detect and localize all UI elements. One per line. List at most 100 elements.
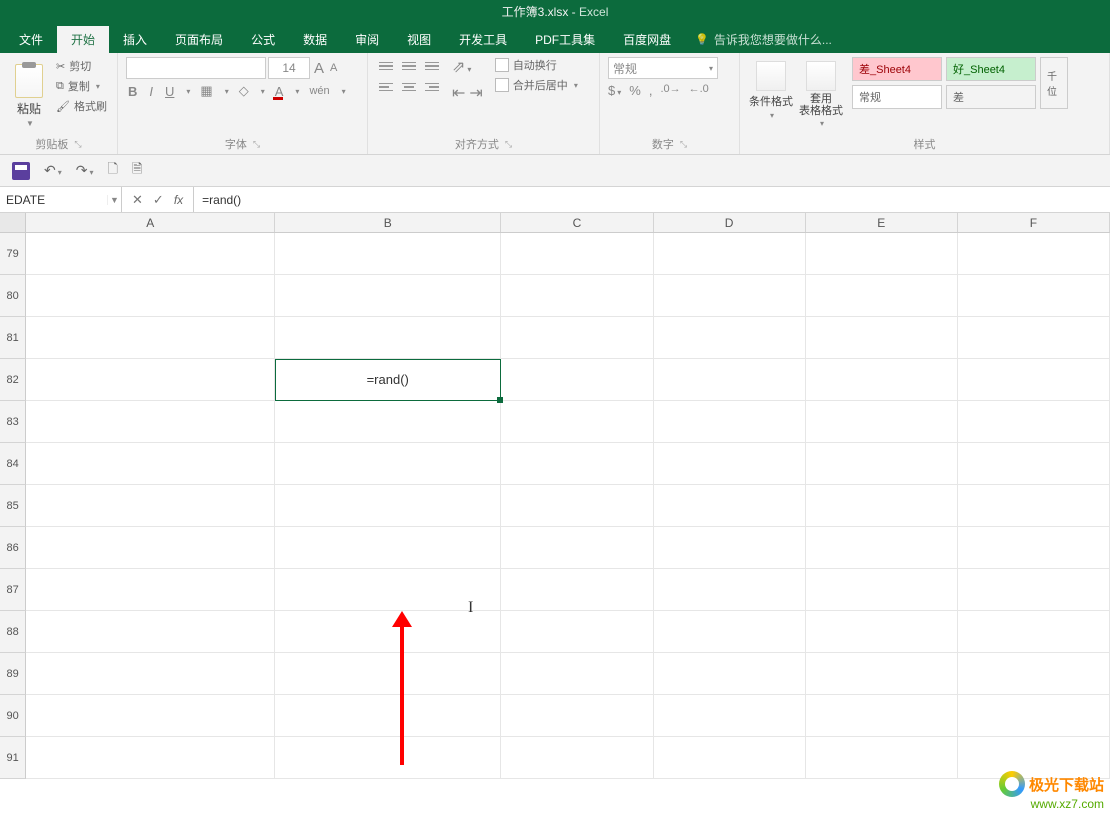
cell-B89[interactable] (275, 653, 501, 695)
cell-A83[interactable] (26, 401, 275, 443)
merge-center-button[interactable]: 合并后居中▾ (495, 77, 578, 93)
save-button[interactable] (12, 162, 30, 180)
cell-C90[interactable] (501, 695, 653, 737)
cell-C84[interactable] (501, 443, 653, 485)
cell-E90[interactable] (806, 695, 958, 737)
cell-F89[interactable] (958, 653, 1110, 695)
tab-开发工具[interactable]: 开发工具 (445, 26, 521, 53)
cell-A84[interactable] (26, 443, 275, 485)
spreadsheet-grid[interactable]: ABCDEF 79808182=rand()838485868788899091… (0, 213, 1110, 779)
cell-B86[interactable] (275, 527, 501, 569)
phonetic-button[interactable]: wén (307, 85, 331, 97)
cell-F80[interactable] (958, 275, 1110, 317)
orientation-button[interactable]: ⇗▾ (452, 57, 483, 77)
cell-F83[interactable] (958, 401, 1110, 443)
cell-A79[interactable] (26, 233, 275, 275)
style-bad2[interactable]: 差 (946, 85, 1036, 109)
row-header-87[interactable]: 87 (0, 569, 26, 611)
cell-C88[interactable] (501, 611, 653, 653)
tab-页面布局[interactable]: 页面布局 (161, 26, 237, 53)
cell-B88[interactable] (275, 611, 501, 653)
paste-button[interactable]: 粘贴 ▼ (8, 57, 50, 134)
column-header-E[interactable]: E (806, 213, 958, 232)
tab-插入[interactable]: 插入 (109, 26, 161, 53)
cell-A85[interactable] (26, 485, 275, 527)
align-center-button[interactable] (399, 78, 419, 96)
percent-button[interactable]: % (629, 83, 641, 98)
cell-F87[interactable] (958, 569, 1110, 611)
cell-B91[interactable] (275, 737, 501, 779)
cell-A91[interactable] (26, 737, 275, 779)
increase-indent-button[interactable]: ⇥ (469, 83, 482, 103)
cell-E79[interactable] (806, 233, 958, 275)
cancel-formula-button[interactable]: ✕ (132, 192, 143, 208)
align-middle-button[interactable] (399, 57, 419, 75)
align-right-button[interactable] (422, 78, 442, 96)
cell-F79[interactable] (958, 233, 1110, 275)
cell-F84[interactable] (958, 443, 1110, 485)
align-bottom-button[interactable] (422, 57, 442, 75)
cell-B81[interactable] (275, 317, 501, 359)
cell-E88[interactable] (806, 611, 958, 653)
cell-D90[interactable] (654, 695, 806, 737)
name-box-input[interactable] (0, 193, 107, 207)
name-box[interactable]: ▼ (0, 187, 122, 212)
redo-button[interactable]: ↷▾ (76, 162, 94, 179)
decrease-font-button[interactable]: A (328, 62, 339, 74)
row-header-80[interactable]: 80 (0, 275, 26, 317)
qat-btn-1[interactable]: 🗋 (108, 160, 118, 182)
font-name-input[interactable] (126, 57, 266, 79)
row-header-82[interactable]: 82 (0, 359, 26, 401)
cell-D82[interactable] (654, 359, 806, 401)
copy-button[interactable]: ⧉复制▾ (54, 77, 109, 95)
cut-button[interactable]: ✂剪切 (54, 57, 109, 75)
cell-E85[interactable] (806, 485, 958, 527)
cell-E82[interactable] (806, 359, 958, 401)
column-header-A[interactable]: A (26, 213, 275, 232)
increase-decimal-button[interactable]: .0→ (660, 83, 680, 98)
cell-C86[interactable] (501, 527, 653, 569)
cell-D84[interactable] (654, 443, 806, 485)
cell-B80[interactable] (275, 275, 501, 317)
style-bad[interactable]: 差_Sheet4 (852, 57, 942, 81)
row-header-84[interactable]: 84 (0, 443, 26, 485)
table-format-button[interactable]: 套用 表格格式▾ (798, 57, 844, 134)
cell-C83[interactable] (501, 401, 653, 443)
cell-F81[interactable] (958, 317, 1110, 359)
select-all-corner[interactable] (0, 213, 26, 232)
tab-PDF工具集[interactable]: PDF工具集 (521, 26, 609, 53)
font-size-input[interactable] (268, 57, 310, 79)
align-left-button[interactable] (376, 78, 396, 96)
column-header-D[interactable]: D (654, 213, 806, 232)
row-header-85[interactable]: 85 (0, 485, 26, 527)
cell-D91[interactable] (654, 737, 806, 779)
row-header-79[interactable]: 79 (0, 233, 26, 275)
cell-B83[interactable] (275, 401, 501, 443)
tab-审阅[interactable]: 审阅 (341, 26, 393, 53)
cell-B84[interactable] (275, 443, 501, 485)
conditional-format-button[interactable]: 条件格式▾ (748, 57, 794, 134)
cell-A80[interactable] (26, 275, 275, 317)
tab-百度网盘[interactable]: 百度网盘 (609, 26, 685, 53)
row-header-86[interactable]: 86 (0, 527, 26, 569)
column-header-F[interactable]: F (958, 213, 1110, 232)
tab-数据[interactable]: 数据 (289, 26, 341, 53)
cell-F86[interactable] (958, 527, 1110, 569)
cell-D86[interactable] (654, 527, 806, 569)
bold-button[interactable]: B (126, 84, 139, 99)
cell-C91[interactable] (501, 737, 653, 779)
font-color-button[interactable]: A (273, 84, 286, 99)
column-header-C[interactable]: C (501, 213, 653, 232)
decrease-decimal-button[interactable]: ←.0 (689, 83, 709, 98)
cell-E89[interactable] (806, 653, 958, 695)
cell-E84[interactable] (806, 443, 958, 485)
cell-B90[interactable] (275, 695, 501, 737)
cell-A87[interactable] (26, 569, 275, 611)
cell-E83[interactable] (806, 401, 958, 443)
underline-button[interactable]: U (163, 84, 176, 99)
cell-A86[interactable] (26, 527, 275, 569)
cell-F82[interactable] (958, 359, 1110, 401)
row-header-83[interactable]: 83 (0, 401, 26, 443)
number-format-dropdown[interactable]: 常规▾ (608, 57, 718, 79)
cell-E87[interactable] (806, 569, 958, 611)
